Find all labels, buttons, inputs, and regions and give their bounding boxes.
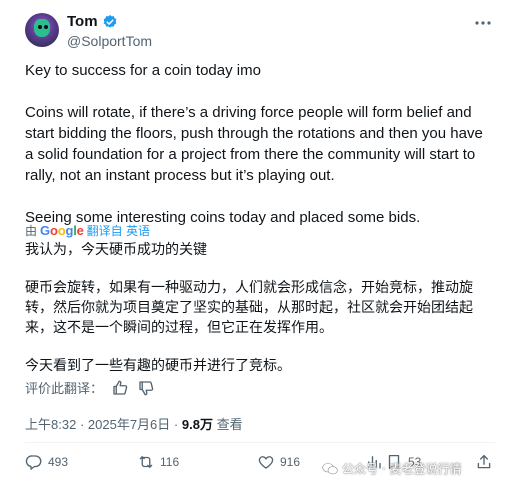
share-icon bbox=[477, 454, 491, 469]
avatar[interactable] bbox=[25, 13, 59, 47]
author-handle[interactable]: @SolportTom bbox=[67, 33, 152, 49]
reply-icon bbox=[25, 455, 42, 470]
google-logo: Google bbox=[40, 223, 84, 238]
more-options-icon[interactable] bbox=[472, 12, 494, 34]
avatar-eye-left bbox=[38, 25, 42, 29]
tweet-card: Tom @SolportTom Key to success for a coi… bbox=[0, 0, 510, 495]
meta-separator: · bbox=[173, 417, 179, 432]
author-name-row: Tom bbox=[67, 13, 118, 30]
share-button[interactable] bbox=[475, 453, 493, 471]
translated-paragraph: 我认为，今天硬币成功的关键 bbox=[25, 242, 207, 258]
like-count: 916 bbox=[280, 455, 301, 469]
translated-from-link[interactable]: 翻译自 英语 bbox=[87, 222, 150, 239]
translated-by-row: 由 Google 翻译自 英语 bbox=[25, 222, 150, 239]
translated-by-prefix: 由 bbox=[25, 224, 38, 238]
heart-icon bbox=[258, 456, 274, 469]
repost-button[interactable]: 116 bbox=[137, 453, 179, 471]
verified-badge-icon bbox=[103, 14, 116, 28]
repost-icon bbox=[139, 456, 153, 468]
tweet-text: Key to success for a coin today imo Coin… bbox=[25, 60, 495, 228]
tweet-paragraph: Coins will rotate, if there’s a driving … bbox=[25, 104, 483, 184]
translated-text: 我认为，今天硬币成功的关键 硬币会旋转，如果有一种驱动力，人们就会形成信念，开始… bbox=[25, 240, 495, 394]
reply-button[interactable]: 493 bbox=[25, 453, 68, 471]
rate-translation-row: 评价此翻译： bbox=[25, 378, 155, 397]
rate-translation-label: 评价此翻译： bbox=[25, 381, 104, 396]
tweet-meta: 上午8:32 · 2025年7月6日 · 9.8万 查看 bbox=[25, 414, 243, 433]
like-button[interactable]: 916 bbox=[257, 453, 300, 471]
watermark: 公众号 · 麦老登说行情 bbox=[322, 460, 461, 477]
translated-paragraph: 今天看到了一些有趣的硬币并进行了竞标。 bbox=[25, 358, 291, 374]
meta-separator: · bbox=[79, 417, 85, 432]
tweet-time[interactable]: 上午8:32 bbox=[25, 417, 76, 432]
tweet-paragraph: Key to success for a coin today imo bbox=[25, 62, 261, 79]
avatar-eye-right bbox=[44, 25, 48, 29]
author-name[interactable]: Tom bbox=[67, 13, 98, 30]
thumbs-up-icon[interactable] bbox=[111, 379, 129, 397]
reply-count: 493 bbox=[48, 455, 69, 469]
watermark-text: 公众号 · 麦老登说行情 bbox=[342, 462, 462, 476]
wechat-icon bbox=[322, 462, 338, 474]
view-count: 9.8万 bbox=[181, 417, 213, 432]
tweet-date[interactable]: 2025年7月6日 bbox=[88, 417, 170, 432]
thumbs-down-icon[interactable] bbox=[137, 379, 155, 397]
divider bbox=[25, 442, 495, 443]
translated-paragraph: 硬币会旋转，如果有一种驱动力，人们就会形成信念，开始竞标，推动旋转，然后你就为项… bbox=[25, 280, 473, 336]
views-label: 查看 bbox=[216, 417, 243, 432]
repost-count: 116 bbox=[160, 455, 180, 469]
